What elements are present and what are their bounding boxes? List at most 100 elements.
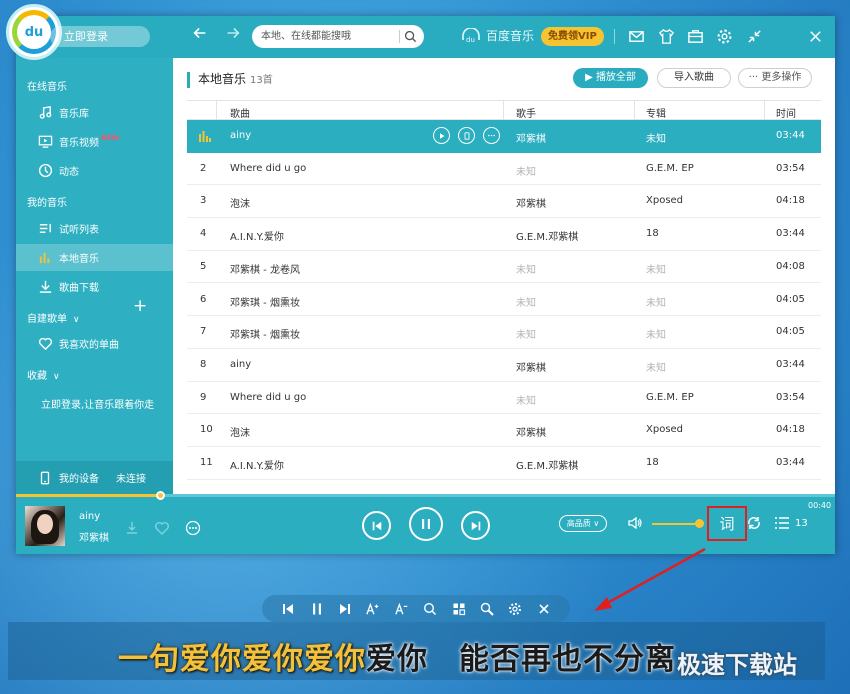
table-row[interactable]: 3 泡沫 邓紫棋 Xposed 04:18 — [187, 185, 821, 219]
play-all-button[interactable]: ▶ 播放全部 — [573, 68, 648, 88]
lyrics-search-icon[interactable] — [416, 599, 444, 619]
lyrics-settings-icon[interactable] — [501, 599, 529, 619]
song-album[interactable]: 18 — [646, 228, 659, 239]
login-button[interactable]: 立即登录 — [50, 26, 150, 47]
playback-progress[interactable] — [16, 491, 835, 500]
now-playing-song[interactable]: ainy — [79, 511, 100, 522]
section-collections[interactable]: 收藏 ∨ — [27, 367, 60, 382]
table-row[interactable]: 6 邓紫琪 - 烟熏妆 未知 未知 04:05 — [187, 284, 821, 317]
song-title[interactable]: 邓紫琪 - 烟熏妆 — [230, 326, 300, 341]
row-more-icon[interactable] — [483, 127, 500, 144]
header-artist[interactable]: 歌手 — [516, 105, 536, 120]
lyrics-close-icon[interactable] — [530, 599, 558, 619]
song-title[interactable]: 邓紫棋 - 龙卷风 — [230, 261, 300, 276]
more-options-icon[interactable] — [183, 518, 203, 538]
header-song[interactable]: 歌曲 — [230, 105, 250, 120]
volume-slider-track[interactable] — [652, 523, 698, 525]
quality-selector[interactable]: 高品质 ∨ — [559, 515, 607, 532]
font-increase-icon[interactable] — [359, 599, 387, 619]
song-title[interactable]: ainy — [230, 359, 251, 370]
song-artist[interactable]: 邓紫棋 — [516, 195, 546, 210]
song-title[interactable]: Where did u go — [230, 163, 306, 174]
song-title[interactable]: 泡沫 — [230, 424, 250, 439]
row-mobile-icon[interactable] — [458, 127, 475, 144]
song-album[interactable]: Xposed — [646, 424, 683, 435]
sidebar-item-downloads[interactable]: 歌曲下载 — [16, 273, 173, 300]
song-artist[interactable]: 邓紫棋 — [516, 424, 546, 439]
song-title[interactable]: Where did u go — [230, 392, 306, 403]
my-device-bar[interactable]: 我的设备 未连接 — [16, 461, 173, 494]
table-row[interactable]: 8 ainy 邓紫棋 未知 03:44 — [187, 349, 821, 382]
skin-shirt-icon[interactable] — [656, 26, 676, 46]
sidebar-item-feed[interactable]: 动态 — [16, 157, 173, 184]
song-title[interactable]: 泡沫 — [230, 195, 250, 210]
play-queue-icon[interactable] — [772, 513, 792, 533]
song-album[interactable]: Xposed — [646, 195, 683, 206]
settings-gear-icon[interactable] — [714, 26, 734, 46]
song-title[interactable]: A.I.N.Y.爱你 — [230, 228, 284, 243]
song-album[interactable]: G.E.M. EP — [646, 163, 694, 174]
search-input[interactable]: 本地、在线都能搜哦 — [252, 25, 424, 48]
song-title[interactable]: ainy — [230, 130, 251, 141]
song-album[interactable]: 未知 — [646, 359, 666, 374]
table-row[interactable]: 5 邓紫棋 - 龙卷风 未知 未知 04:08 — [187, 251, 821, 284]
pause-button[interactable] — [409, 507, 443, 541]
sidebar-item-music-library[interactable]: 音乐库 — [16, 99, 173, 126]
desktop-lyrics-button[interactable]: 词 — [707, 506, 747, 541]
add-playlist-icon[interactable]: + — [133, 298, 147, 315]
more-actions-button[interactable]: ··· 更多操作 — [738, 68, 812, 88]
song-artist[interactable]: 未知 — [516, 294, 536, 309]
row-play-icon[interactable] — [433, 127, 450, 144]
song-album[interactable]: 未知 — [646, 326, 666, 341]
mail-icon[interactable] — [626, 26, 646, 46]
toolbox-icon[interactable] — [685, 26, 705, 46]
sidebar-item-music-video[interactable]: 音乐视频 NEW — [16, 128, 173, 155]
lyrics-skin-grid-icon[interactable] — [444, 599, 472, 619]
back-arrow-icon[interactable] — [189, 24, 211, 48]
close-icon[interactable] — [805, 26, 825, 46]
table-row[interactable]: ainy 邓紫棋 未知 03:44 — [187, 120, 821, 153]
forward-arrow-icon[interactable] — [222, 24, 244, 48]
table-row[interactable]: 2 Where did u go 未知 G.E.M. EP 03:54 — [187, 153, 821, 186]
song-album[interactable]: 未知 — [646, 294, 666, 309]
font-decrease-icon[interactable] — [388, 599, 416, 619]
song-album[interactable]: 18 — [646, 457, 659, 468]
header-album[interactable]: 专辑 — [646, 105, 666, 120]
vip-button[interactable]: 免费领VIP — [541, 27, 604, 46]
lyrics-pause-icon[interactable] — [302, 599, 330, 619]
progress-handle[interactable] — [155, 491, 165, 500]
import-songs-button[interactable]: 导入歌曲 — [657, 68, 731, 88]
table-row[interactable]: 11 A.I.N.Y.爱你 G.E.M.邓紫棋 18 03:44 — [187, 447, 821, 480]
song-title[interactable]: A.I.N.Y.爱你 — [230, 457, 284, 472]
song-artist[interactable]: 未知 — [516, 261, 536, 276]
table-row[interactable]: 10 泡沫 邓紫棋 Xposed 04:18 — [187, 414, 821, 447]
next-track-button[interactable] — [461, 511, 490, 540]
table-row[interactable]: 4 A.I.N.Y.爱你 G.E.M.邓紫棋 18 03:44 — [187, 218, 821, 251]
desktop-lyrics-line[interactable]: 一句爱你爱你爱你爱你 能否再也不分离 — [118, 634, 676, 678]
album-cover[interactable] — [25, 506, 65, 546]
table-row[interactable]: 7 邓紫琪 - 烟熏妆 未知 未知 04:05 — [187, 316, 821, 349]
table-row[interactable]: 9 Where did u go 未知 G.E.M. EP 03:54 — [187, 382, 821, 415]
now-playing-artist[interactable]: 邓紫棋 — [79, 529, 109, 544]
download-song-icon[interactable] — [122, 518, 142, 538]
lyrics-next-icon[interactable] — [331, 599, 359, 619]
sidebar-item-local-music[interactable]: 本地音乐 — [16, 244, 173, 271]
song-artist[interactable]: 邓紫棋 — [516, 130, 546, 145]
header-time[interactable]: 时间 — [776, 105, 796, 120]
previous-track-button[interactable] — [362, 511, 391, 540]
volume-speaker-icon[interactable] — [625, 513, 645, 533]
lyrics-lock-search-icon[interactable] — [473, 599, 501, 619]
repeat-mode-icon[interactable] — [744, 513, 764, 533]
song-album[interactable]: G.E.M. EP — [646, 392, 694, 403]
song-artist[interactable]: 邓紫棋 — [516, 359, 546, 374]
search-icon[interactable] — [404, 30, 417, 43]
brand[interactable]: du 百度音乐 — [460, 27, 534, 44]
song-artist[interactable]: G.E.M.邓紫棋 — [516, 228, 578, 243]
sidebar-item-favorites[interactable]: 我喜欢的单曲 — [16, 330, 173, 357]
sidebar-login-hint[interactable]: 立即登录,让音乐跟着你走 — [41, 396, 154, 411]
section-custom-playlists[interactable]: 自建歌单 ∨ — [27, 310, 80, 325]
like-heart-icon[interactable] — [152, 518, 172, 538]
song-album[interactable]: 未知 — [646, 261, 666, 276]
song-album[interactable]: 未知 — [646, 130, 666, 145]
song-artist[interactable]: G.E.M.邓紫棋 — [516, 457, 578, 472]
